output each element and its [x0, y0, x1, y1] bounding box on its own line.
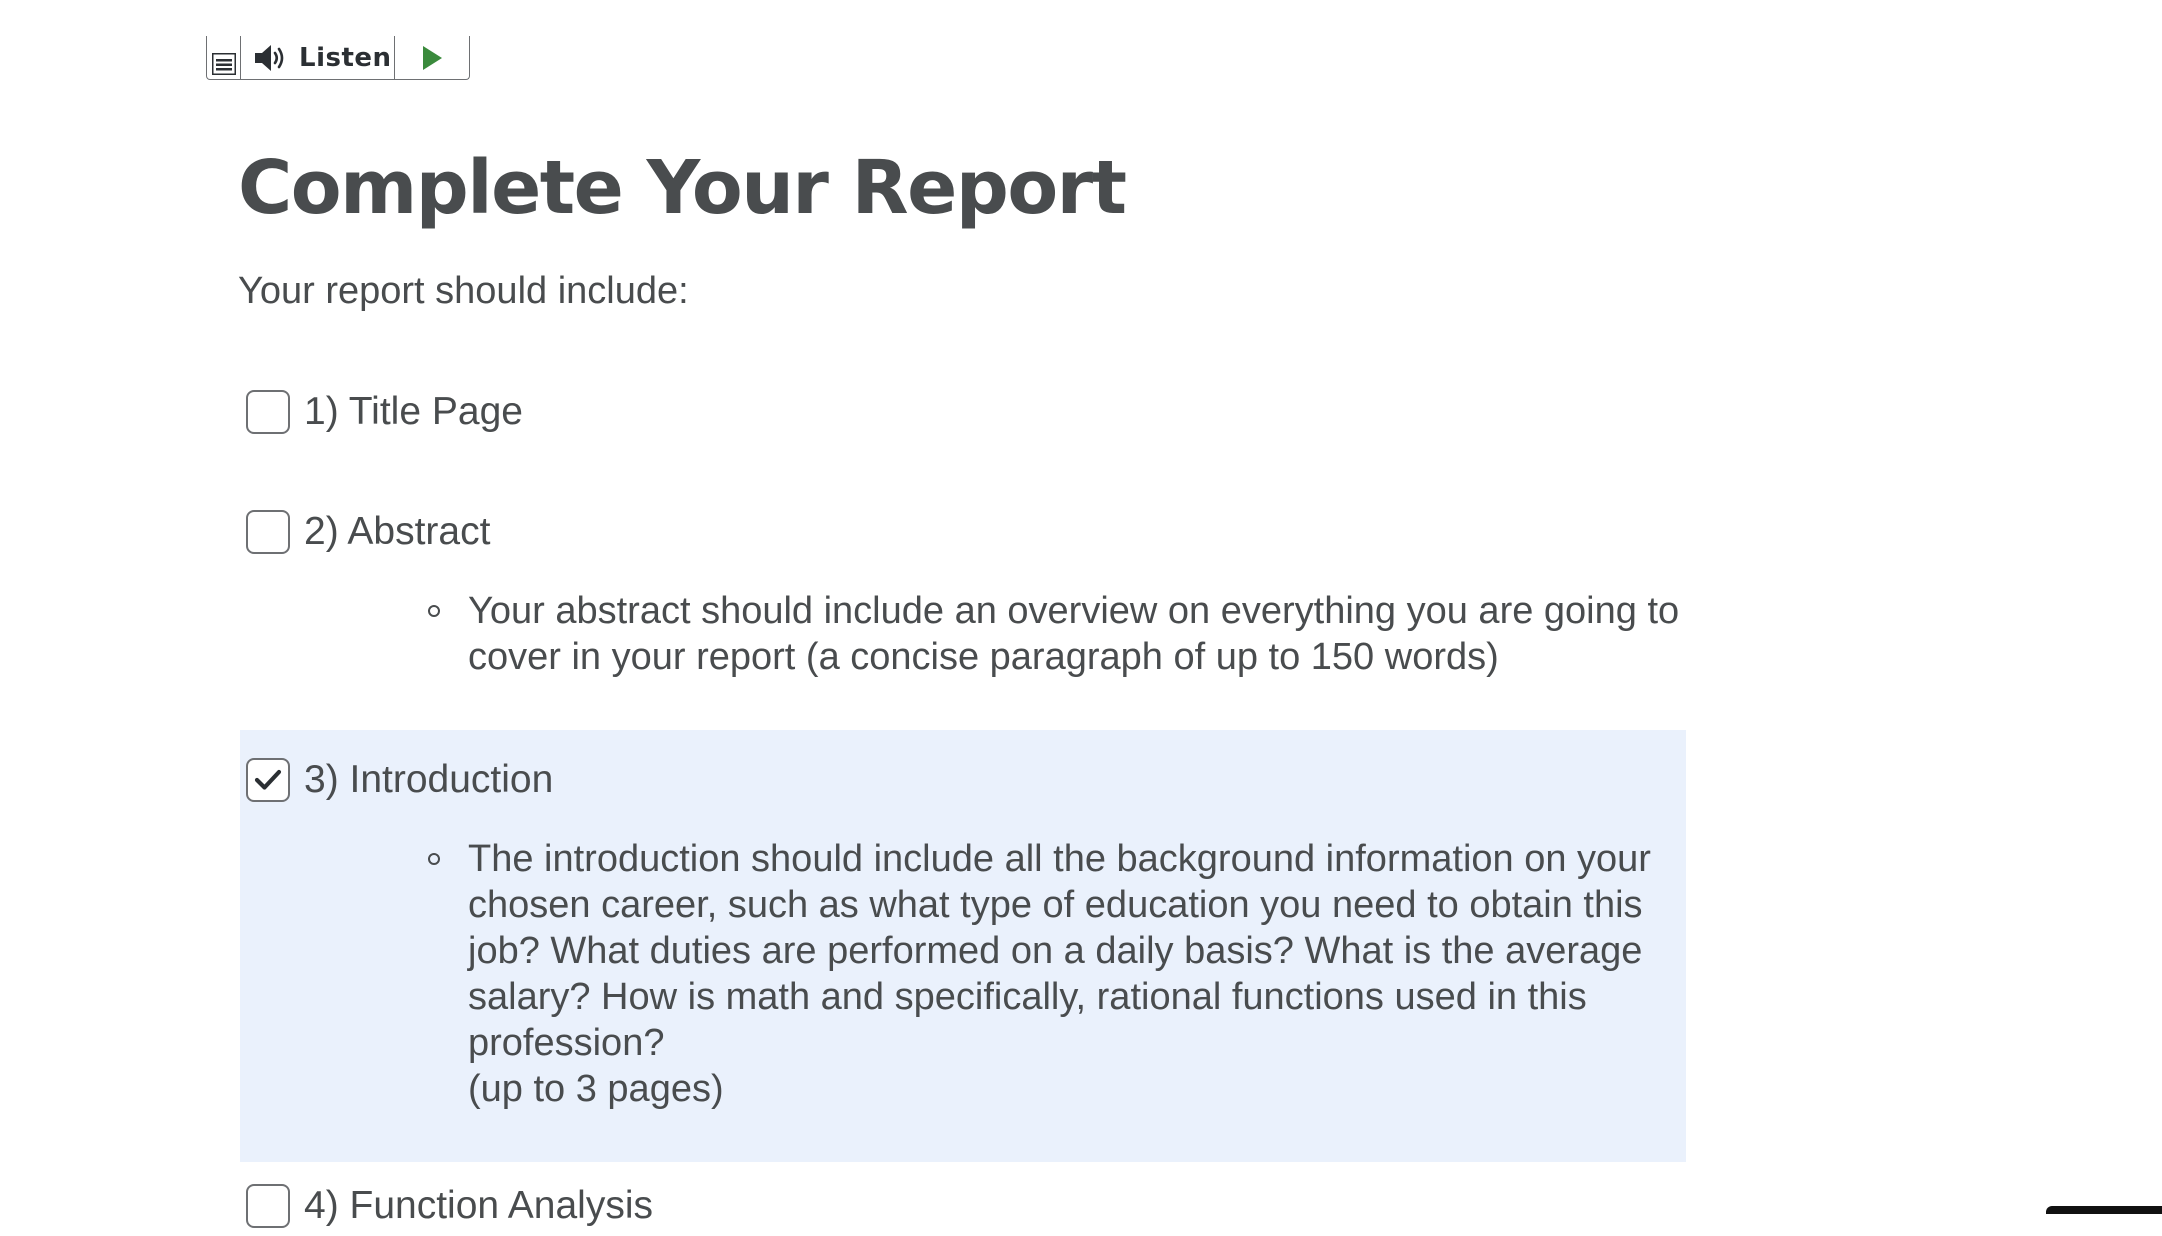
play-button[interactable]	[395, 36, 469, 79]
abstract-details: Your abstract should include an overview…	[240, 588, 1686, 680]
checkbox-introduction[interactable]	[246, 758, 290, 802]
list-item: The introduction should include all the …	[428, 836, 1686, 1112]
bullet-text: Your abstract should include an overview…	[468, 590, 1680, 678]
listen-toolbar: Listen	[206, 36, 470, 80]
introduction-details: The introduction should include all the …	[240, 836, 1686, 1112]
checklist-item-label: 4) Function Analysis	[304, 1184, 654, 1227]
checklist-item-label: 2) Abstract	[304, 510, 491, 553]
page-title: Complete Your Report	[238, 145, 1127, 231]
play-icon	[423, 45, 442, 70]
listen-button[interactable]: Listen	[241, 36, 395, 79]
checklist-item-label: 1) Title Page	[304, 390, 523, 433]
checkbox-function-analysis[interactable]	[246, 1184, 290, 1228]
checklist-item-label: 3) Introduction	[304, 758, 554, 801]
checklist-item-abstract: 2) Abstract Your abstract should include…	[240, 502, 1686, 680]
listen-menu-button[interactable]	[207, 36, 241, 79]
listen-label: Listen	[299, 42, 392, 73]
speaker-icon	[255, 44, 284, 71]
intro-text: Your report should include:	[238, 270, 689, 312]
bullet-text: The introduction should include all the …	[468, 838, 1651, 1110]
checkmark-icon	[254, 769, 282, 790]
checklist-item-function-analysis: 4) Function Analysis	[240, 1176, 1686, 1236]
checklist-item-title-page: 1) Title Page	[240, 382, 1686, 442]
menu-icon	[211, 53, 236, 75]
checkbox-title-page[interactable]	[246, 390, 290, 434]
checklist-item-introduction: 3) Introduction The introduction should …	[240, 750, 1686, 1112]
list-item: Your abstract should include an overview…	[428, 588, 1686, 680]
checkbox-abstract[interactable]	[246, 510, 290, 554]
scroll-indicator	[2046, 1206, 2162, 1214]
